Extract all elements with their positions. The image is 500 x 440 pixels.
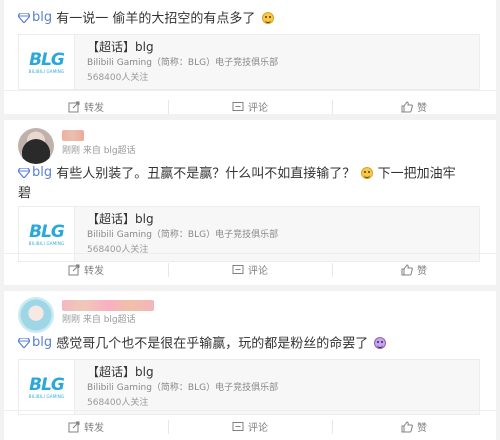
post-text: 有一说一 偷羊的大招空的有点多了 xyxy=(56,11,256,27)
like-icon xyxy=(401,100,413,112)
post-content: blg 有一说一 偷羊的大招空的有点多了 xyxy=(18,8,482,29)
card-title: 【超话】blg xyxy=(87,40,154,54)
topic-label: blg xyxy=(32,10,53,25)
avatar[interactable] xyxy=(18,297,54,333)
diamond-icon xyxy=(18,337,30,348)
card-description: Bilibili Gaming（简称：BLG）电子竞技俱乐部 xyxy=(87,383,279,393)
card-title: 【超话】blg xyxy=(87,212,154,226)
action-bar: 转发 评论 赞 xyxy=(4,410,496,440)
card-title: 【超话】blg xyxy=(87,365,154,379)
topic-label: blg xyxy=(32,335,53,350)
comment-icon xyxy=(232,101,244,111)
comment-button[interactable]: 评论 xyxy=(168,411,332,440)
comment-icon xyxy=(232,264,244,274)
topic-link[interactable]: blg xyxy=(18,8,52,27)
diamond-icon xyxy=(18,12,30,23)
topic-label: blg xyxy=(32,165,53,180)
action-bar: 转发 评论 赞 xyxy=(4,90,496,122)
like-button[interactable]: 赞 xyxy=(332,254,496,285)
repost-button[interactable]: 转发 xyxy=(4,254,168,285)
like-icon xyxy=(401,263,413,275)
logo-text: BLG xyxy=(29,374,65,395)
avatar[interactable] xyxy=(18,128,54,164)
weibo-post-2: 刚刚 来自 blg超话 blg 有些人别装了。丑赢不是赢？什么叫不如直接输了？ … xyxy=(4,120,496,285)
emoji-icon xyxy=(361,166,374,179)
like-button[interactable]: 赞 xyxy=(332,91,496,122)
post-text-line2: 碧 xyxy=(18,185,32,201)
repost-icon xyxy=(68,421,80,432)
repost-icon xyxy=(68,101,80,112)
repost-icon xyxy=(68,264,80,275)
weibo-post-1: blg 有一说一 偷羊的大招空的有点多了 BLG BILIBILI GAMING… xyxy=(4,0,496,114)
blg-logo: BLG BILIBILI GAMING xyxy=(19,360,75,414)
comment-label: 评论 xyxy=(248,423,268,434)
emoji-icon xyxy=(374,336,387,349)
repost-label: 转发 xyxy=(84,423,104,434)
like-icon xyxy=(401,420,413,432)
diamond-icon xyxy=(18,167,30,178)
comment-button[interactable]: 评论 xyxy=(168,254,332,285)
logo-subtext: BILIBILI GAMING xyxy=(28,68,65,74)
post-meta: 刚刚 来自 blg超话 xyxy=(62,146,136,156)
post-text: 感觉哥几个也不是很在乎输赢，玩的都是粉丝的命罢了 xyxy=(56,336,369,352)
repost-label: 转发 xyxy=(84,266,104,277)
username-blurred[interactable] xyxy=(62,130,84,141)
card-followers: 568400人关注 xyxy=(87,73,149,83)
repost-button[interactable]: 转发 xyxy=(4,91,168,122)
logo-text: BLG xyxy=(29,49,65,70)
logo-subtext: BILIBILI GAMING xyxy=(28,240,65,246)
post-meta: 刚刚 来自 blg超话 xyxy=(62,315,136,325)
topic-link[interactable]: blg xyxy=(18,163,52,182)
like-label: 赞 xyxy=(417,103,427,114)
emoji-icon xyxy=(261,11,274,24)
repost-label: 转发 xyxy=(84,103,104,114)
post-content: blg 感觉哥几个也不是很在乎输赢，玩的都是粉丝的命罢了 xyxy=(18,333,482,354)
comment-label: 评论 xyxy=(248,266,268,277)
weibo-post-3: 刚刚 来自 blg超话 blg 感觉哥几个也不是很在乎输赢，玩的都是粉丝的命罢了… xyxy=(4,291,496,440)
post-content: blg 有些人别装了。丑赢不是赢？什么叫不如直接输了？ 下一把加油牢 碧 xyxy=(18,163,482,203)
like-label: 赞 xyxy=(417,266,427,277)
post-text-tail: 下一把加油牢 xyxy=(377,166,456,182)
supertopic-card[interactable]: BLG BILIBILI GAMING 【超话】blg Bilibili Gam… xyxy=(18,34,480,90)
logo-text: BLG xyxy=(29,221,65,242)
card-description: Bilibili Gaming（简称：BLG）电子竞技俱乐部 xyxy=(87,58,279,68)
repost-button[interactable]: 转发 xyxy=(4,411,168,440)
card-description: Bilibili Gaming（简称：BLG）电子竞技俱乐部 xyxy=(87,230,279,240)
like-button[interactable]: 赞 xyxy=(332,411,496,440)
logo-subtext: BILIBILI GAMING xyxy=(28,393,65,399)
topic-link[interactable]: blg xyxy=(18,333,52,352)
like-label: 赞 xyxy=(417,423,427,434)
comment-label: 评论 xyxy=(248,103,268,114)
action-bar: 转发 评论 赞 xyxy=(4,253,496,285)
username-blurred[interactable] xyxy=(62,300,154,311)
post-text: 有些人别装了。丑赢不是赢？什么叫不如直接输了？ xyxy=(56,166,356,182)
blg-logo: BLG BILIBILI GAMING xyxy=(19,35,75,89)
comment-icon xyxy=(232,421,244,431)
card-followers: 568400人关注 xyxy=(87,398,149,408)
comment-button[interactable]: 评论 xyxy=(168,91,332,122)
supertopic-card[interactable]: BLG BILIBILI GAMING 【超话】blg Bilibili Gam… xyxy=(18,359,480,415)
